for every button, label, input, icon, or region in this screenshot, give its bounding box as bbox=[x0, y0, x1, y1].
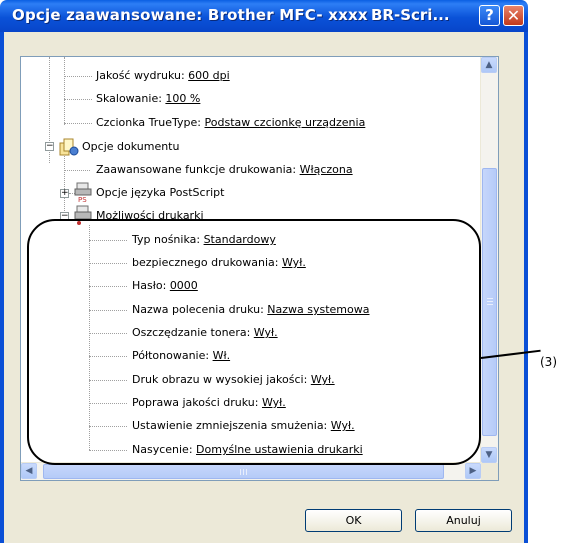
callout-label: (3) bbox=[540, 355, 557, 369]
vertical-scrollbar[interactable]: ▲ ▼ bbox=[480, 57, 498, 463]
tree-item-label: Zaawansowane funkcje drukowania: bbox=[96, 163, 300, 176]
window-frame-right bbox=[524, 32, 528, 543]
tree-item-print-quality[interactable]: Jakość wydruku: 600 dpi bbox=[96, 67, 230, 85]
tree-item-label: Typ nośnika: bbox=[132, 233, 204, 246]
tree-item-label: Nasycenie: bbox=[132, 443, 197, 456]
tree-item-value[interactable]: Wł. bbox=[213, 349, 231, 362]
tree-item-label: Możliwości drukarki bbox=[96, 209, 204, 222]
tree-line bbox=[64, 123, 92, 124]
tree-item-label: Czcionka TrueType: bbox=[96, 116, 205, 129]
tree-item-value[interactable]: 100 % bbox=[165, 92, 200, 105]
tree-item-label: Hasło: bbox=[132, 279, 170, 292]
tree-line bbox=[89, 310, 127, 311]
tree-line bbox=[89, 263, 127, 264]
window-title-suffix: BR-Scri... bbox=[371, 6, 450, 24]
postscript-printer-icon: PS bbox=[74, 182, 92, 203]
tree-line bbox=[89, 403, 127, 404]
svg-text:PS: PS bbox=[78, 196, 87, 203]
tree-item-value[interactable]: Wył. bbox=[331, 419, 355, 432]
horizontal-scrollbar[interactable]: ◀ ▶ bbox=[21, 462, 482, 480]
tree-item-value[interactable]: Podstaw czcionkę urządzenia bbox=[205, 116, 366, 129]
window-frame-left bbox=[0, 32, 4, 543]
tree-item-value[interactable]: 0000 bbox=[170, 279, 198, 292]
tree-line bbox=[89, 380, 127, 381]
tree-item-high-quality-image[interactable]: Druk obrazu w wysokiej jakości: Wył. bbox=[132, 371, 335, 389]
close-button[interactable]: ✕ bbox=[503, 5, 524, 26]
documents-icon bbox=[59, 138, 79, 156]
tree-item-secure-print[interactable]: bezpiecznego drukowania: Wył. bbox=[132, 254, 306, 272]
tree-item-label: Jakość wydruku: bbox=[96, 69, 189, 82]
tree-item-value[interactable]: Wył. bbox=[311, 373, 335, 386]
tree-line bbox=[64, 57, 65, 125]
tree-item-density[interactable]: Nasycenie: Domyślne ustawienia drukarki bbox=[132, 441, 363, 459]
tree-item-truetype-font[interactable]: Czcionka TrueType: Podstaw czcionkę urzą… bbox=[96, 114, 365, 132]
tree-item-media-type[interactable]: Typ nośnika: Standardowy bbox=[132, 231, 276, 249]
expand-expander[interactable]: + bbox=[60, 189, 69, 198]
tree-item-halftone[interactable]: Półtonowanie: Wł. bbox=[132, 347, 230, 365]
tree-item-job-command-name[interactable]: Nazwa polecenia druku: Nazwa systemowa bbox=[132, 301, 370, 319]
tree-item-postscript-options[interactable]: Opcje języka PostScript bbox=[96, 184, 224, 202]
tree-line bbox=[89, 426, 127, 427]
vertical-scroll-thumb[interactable] bbox=[482, 168, 497, 436]
tree-item-label: Oszczędzanie tonera: bbox=[132, 326, 254, 339]
scroll-down-button[interactable]: ▼ bbox=[481, 447, 497, 463]
tree-item-reduce-smear[interactable]: Ustawienie zmniejszenia smużenia: Wył. bbox=[132, 417, 355, 435]
tree-item-label: Nazwa polecenia druku: bbox=[132, 303, 268, 316]
tree-item-value[interactable]: Standardowy bbox=[204, 233, 276, 246]
options-tree[interactable]: Jakość wydruku: 600 dpi Skalowanie: 100 … bbox=[20, 56, 499, 481]
tree-line bbox=[64, 170, 90, 171]
tree-item-label: Opcje języka PostScript bbox=[96, 186, 225, 199]
window-title: Opcje zaawansowane: Brother MFC- xxxx bbox=[12, 6, 368, 24]
tree-line bbox=[89, 286, 127, 287]
tree-item-value[interactable]: Nazwa systemowa bbox=[267, 303, 369, 316]
tree-line bbox=[89, 225, 90, 450]
tree-item-printer-features[interactable]: Możliwości drukarki bbox=[96, 207, 204, 225]
horizontal-scroll-thumb[interactable] bbox=[43, 464, 444, 479]
tree-item-label: bezpiecznego drukowania: bbox=[132, 256, 282, 269]
tree-line bbox=[64, 76, 92, 77]
tree-item-toner-save[interactable]: Oszczędzanie tonera: Wył. bbox=[132, 324, 278, 342]
tree-item-label: Opcje dokumentu bbox=[82, 140, 180, 153]
ok-button[interactable]: OK bbox=[305, 509, 402, 532]
tree-item-label: Półtonowanie: bbox=[132, 349, 213, 362]
tree-item-scaling[interactable]: Skalowanie: 100 % bbox=[96, 90, 200, 108]
tree-item-label: Skalowanie: bbox=[96, 92, 166, 105]
printer-icon bbox=[74, 205, 92, 225]
tree-item-label: Druk obrazu w wysokiej jakości: bbox=[132, 373, 311, 386]
scrollbar-corner bbox=[481, 463, 498, 480]
tree-item-value[interactable]: 600 dpi bbox=[188, 69, 230, 82]
scroll-up-button[interactable]: ▲ bbox=[481, 57, 497, 73]
scroll-left-button[interactable]: ◀ bbox=[21, 463, 37, 479]
tree-item-label: Ustawienie zmniejszenia smużenia: bbox=[132, 419, 331, 432]
collapse-expander[interactable]: − bbox=[60, 212, 69, 221]
advanced-options-dialog: Opcje zaawansowane: Brother MFC- xxxx BR… bbox=[0, 0, 528, 543]
tree-item-advanced-print-features[interactable]: Zaawansowane funkcje drukowania: Włączon… bbox=[96, 161, 353, 179]
tree-item-password[interactable]: Hasło: 0000 bbox=[132, 277, 198, 295]
tree-item-improve-print-quality[interactable]: Poprawa jakości druku: Wył. bbox=[132, 394, 286, 412]
tree-item-value[interactable]: Wył. bbox=[262, 396, 286, 409]
scroll-right-button[interactable]: ▶ bbox=[465, 463, 481, 479]
tree-item-value[interactable]: Włączona bbox=[300, 163, 353, 176]
help-button[interactable]: ? bbox=[479, 5, 500, 26]
tree-item-value[interactable]: Domyślne ustawienia drukarki bbox=[196, 443, 363, 456]
tree-item-label: Poprawa jakości druku: bbox=[132, 396, 262, 409]
cancel-button[interactable]: Anuluj bbox=[415, 509, 512, 532]
title-bar[interactable]: Opcje zaawansowane: Brother MFC- xxxx BR… bbox=[0, 0, 528, 32]
tree-item-document-options[interactable]: Opcje dokumentu bbox=[82, 138, 179, 156]
tree-line bbox=[89, 333, 127, 334]
tree-line bbox=[89, 240, 127, 241]
tree-line bbox=[89, 450, 127, 451]
collapse-expander[interactable]: − bbox=[45, 142, 54, 151]
tree-item-value[interactable]: Wył. bbox=[282, 256, 306, 269]
tree-line bbox=[89, 356, 127, 357]
tree-line bbox=[64, 153, 65, 217]
tree-item-value[interactable]: Wył. bbox=[254, 326, 278, 339]
tree-line bbox=[64, 99, 92, 100]
